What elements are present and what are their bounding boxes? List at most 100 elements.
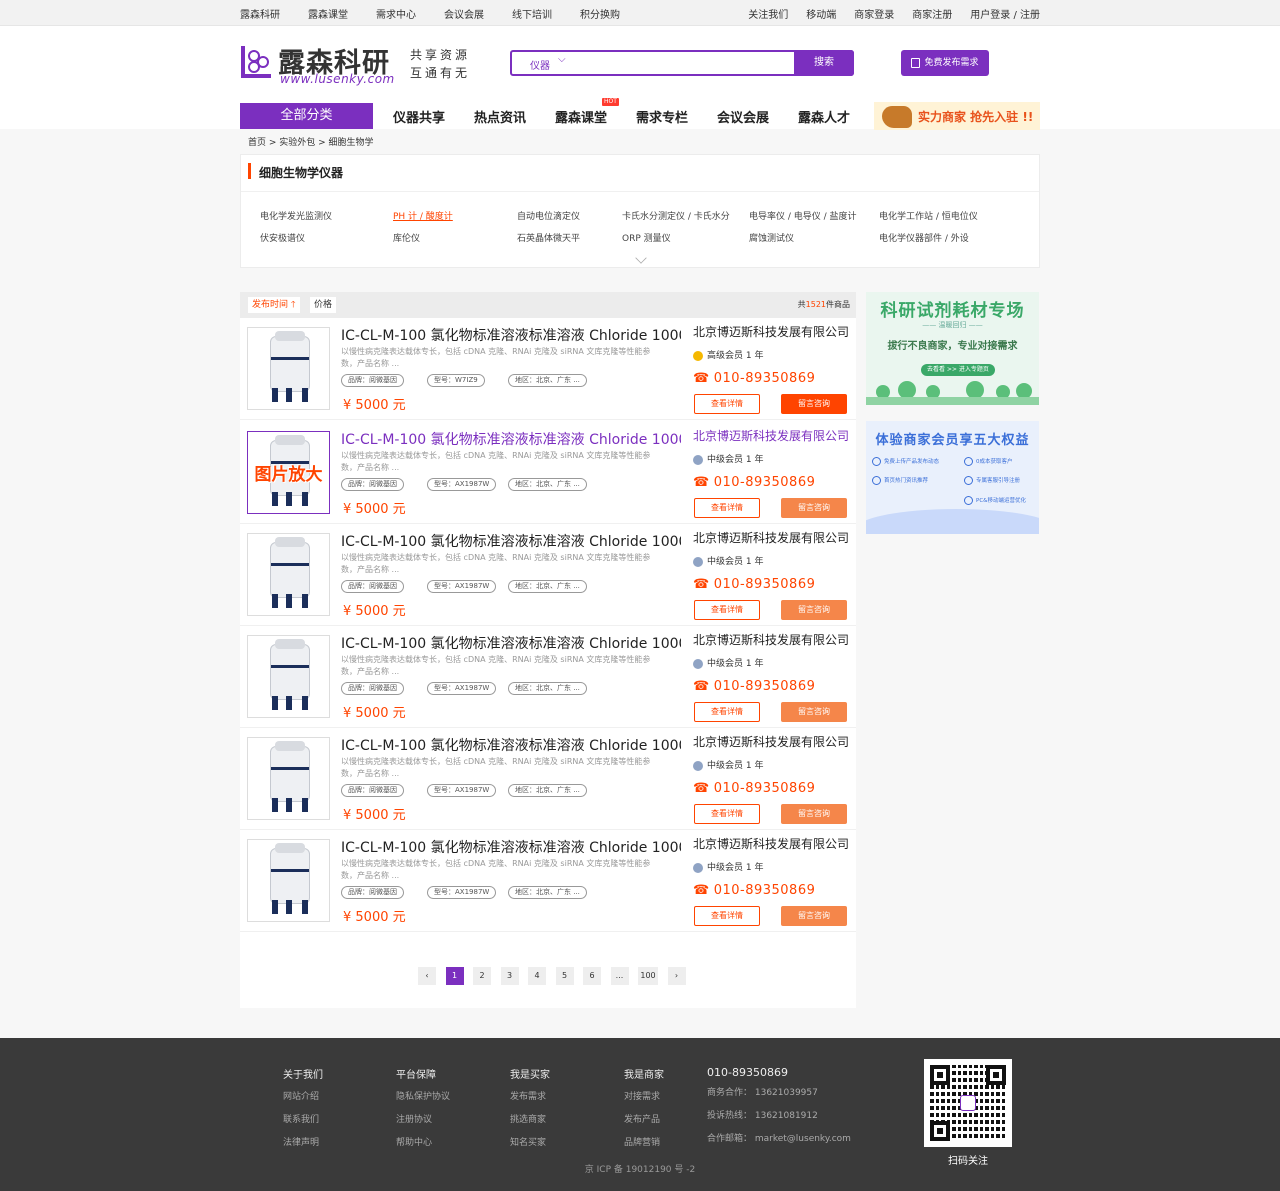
category-link[interactable]: 自动电位滴定仪 — [517, 209, 580, 222]
company-name[interactable]: 北京博迈斯科技发展有限公司 — [693, 427, 849, 444]
zoom-overlay[interactable]: 图片放大 — [248, 460, 329, 485]
product-title[interactable]: IC-CL-M-100 氯化物标准溶液标准溶液 Chloride 1000... — [341, 429, 681, 449]
search-button[interactable]: 搜索 — [794, 50, 854, 76]
view-detail-button[interactable]: 查看详情 — [694, 906, 760, 926]
product-image[interactable] — [247, 635, 330, 718]
nav-all-categories[interactable]: 全部分类 — [240, 103, 373, 129]
nav-item-talent[interactable]: 露森人才 — [798, 107, 850, 126]
top-link-points[interactable]: 积分换购 — [580, 6, 620, 21]
footer-link[interactable]: 挑选商家 — [510, 1114, 550, 1126]
product-title[interactable]: IC-CL-M-100 氯化物标准溶液标准溶液 Chloride 1000... — [341, 633, 681, 653]
page-4[interactable]: 4 — [528, 967, 546, 985]
merchant-promo-banner[interactable]: 实力商家 抢先入驻 !! — [874, 102, 1040, 130]
product-image[interactable] — [247, 327, 330, 410]
category-link[interactable]: 库伦仪 — [393, 231, 420, 244]
category-link[interactable]: 腐蚀测试仪 — [749, 231, 794, 244]
view-detail-button[interactable]: 查看详情 — [694, 600, 760, 620]
footer-link[interactable]: 法律声明 — [283, 1137, 323, 1149]
expand-chevron-icon[interactable] — [635, 252, 647, 264]
reagent-banner[interactable]: 科研试剂耗材专场 —— 温暖回归 —— 拔行不良商家，专业对接需求 去看看 >>… — [866, 292, 1039, 405]
footer-link[interactable]: 发布需求 — [510, 1091, 550, 1103]
company-name[interactable]: 北京博迈斯科技发展有限公司 — [693, 631, 849, 648]
page-100[interactable]: 100 — [638, 967, 658, 985]
prev-page-button[interactable]: ‹ — [418, 967, 436, 985]
nav-item-hot-news[interactable]: 热点资讯 — [474, 107, 526, 126]
category-link[interactable]: 电导率仪 / 电导仪 / 盐度计 — [749, 209, 857, 222]
nav-item-classroom[interactable]: 露森课堂 — [555, 107, 607, 126]
product-title[interactable]: IC-CL-M-100 氯化物标准溶液标准溶液 Chloride 1000... — [341, 531, 681, 551]
category-link[interactable]: 卡氏水分测定仪 / 卡氏水分 — [622, 209, 730, 222]
view-detail-button[interactable]: 查看详情 — [694, 394, 760, 414]
sort-by-price[interactable]: 价格 — [310, 297, 337, 313]
company-name[interactable]: 北京博迈斯科技发展有限公司 — [693, 323, 849, 340]
page-1[interactable]: 1 — [445, 967, 464, 985]
view-detail-button[interactable]: 查看详情 — [694, 498, 760, 518]
view-detail-button[interactable]: 查看详情 — [694, 702, 760, 722]
product-title[interactable]: IC-CL-M-100 氯化物标准溶液标准溶液 Chloride 1000... — [341, 325, 681, 345]
product-image[interactable]: 图片放大 — [247, 431, 330, 514]
banner1-button[interactable]: 去看看 >> 进入专题页 — [921, 364, 995, 376]
consult-button[interactable]: 留言咨询 — [781, 600, 847, 620]
footer-contact-email[interactable]: 合作邮箱： market@lusenky.com — [707, 1133, 851, 1145]
page-6[interactable]: 6 — [583, 967, 601, 985]
page-2[interactable]: 2 — [473, 967, 491, 985]
footer-link[interactable]: 发布产品 — [624, 1114, 664, 1126]
footer-link[interactable]: 注册协议 — [396, 1114, 450, 1126]
top-link-merchant-login[interactable]: 商家登录 — [854, 6, 894, 21]
consult-button[interactable]: 留言咨询 — [781, 498, 847, 518]
product-image[interactable] — [247, 737, 330, 820]
footer-col-merchant: 我是商家 对接需求 发布产品 品牌营销 — [624, 1066, 664, 1160]
product-title[interactable]: IC-CL-M-100 氯化物标准溶液标准溶液 Chloride 1000... — [341, 735, 681, 755]
nav-item-conference[interactable]: 会议会展 — [717, 107, 769, 126]
page-5[interactable]: 5 — [555, 967, 574, 985]
top-link-mobile[interactable]: 移动端 — [806, 6, 836, 21]
category-link[interactable]: 石英晶体微天平 — [517, 231, 580, 244]
product-image[interactable] — [247, 533, 330, 616]
consult-button[interactable]: 留言咨询 — [781, 702, 847, 722]
footer-link[interactable]: 隐私保护协议 — [396, 1091, 450, 1103]
footer-link[interactable]: 品牌营销 — [624, 1137, 664, 1149]
logo[interactable]: 露森科研 www.lusenky.com 共享资源 互通有无 — [240, 42, 480, 90]
top-link-conference[interactable]: 会议会展 — [444, 6, 484, 21]
page-3[interactable]: 3 — [500, 967, 519, 985]
consult-button[interactable]: 留言咨询 — [781, 804, 847, 824]
search-input[interactable] — [582, 54, 782, 72]
category-link[interactable]: 伏安极谱仪 — [260, 231, 305, 244]
company-name[interactable]: 北京博迈斯科技发展有限公司 — [693, 529, 849, 546]
product-title[interactable]: IC-CL-M-100 氯化物标准溶液标准溶液 Chloride 1000... — [341, 837, 681, 857]
product-image[interactable] — [247, 839, 330, 922]
top-link-merchant-register[interactable]: 商家注册 — [912, 6, 952, 21]
company-name[interactable]: 北京博迈斯科技发展有限公司 — [693, 835, 849, 852]
footer-link[interactable]: 联系我们 — [283, 1114, 323, 1126]
breadcrumb[interactable]: 首页 > 实验外包 > 细胞生物学 — [248, 135, 374, 148]
publish-demand-button[interactable]: 免费发布需求 — [901, 50, 989, 76]
company-name[interactable]: 北京博迈斯科技发展有限公司 — [693, 733, 849, 750]
consult-button[interactable]: 留言咨询 — [781, 906, 847, 926]
category-link-active[interactable]: PH 计 / 酸度计 — [393, 209, 453, 222]
top-link-training[interactable]: 线下培训 — [512, 6, 552, 21]
footer-link[interactable]: 网站介绍 — [283, 1091, 323, 1103]
top-link-user-login[interactable]: 用户登录 / 注册 — [970, 6, 1040, 21]
pagination: ‹ 1 2 3 4 5 6 ... 100 › — [418, 967, 695, 985]
footer-link[interactable]: 对接需求 — [624, 1091, 664, 1103]
nav-item-demand[interactable]: 需求专栏 — [636, 107, 688, 126]
top-link-classroom[interactable]: 露森课堂 — [308, 6, 348, 21]
view-detail-button[interactable]: 查看详情 — [694, 804, 760, 824]
top-link-demand[interactable]: 需求中心 — [376, 6, 416, 21]
chevron-down-icon[interactable]: ⌵ — [558, 54, 566, 65]
category-link[interactable]: 电化学工作站 / 恒电位仪 — [879, 209, 978, 222]
sort-by-time[interactable]: 发布时间 🡑 — [248, 297, 300, 313]
member-level: 高级会员 1 年 — [693, 348, 763, 361]
consult-button[interactable]: 留言咨询 — [781, 394, 847, 414]
nav-item-instrument-share[interactable]: 仪器共享 — [393, 107, 445, 126]
footer-link[interactable]: 帮助中心 — [396, 1137, 450, 1149]
category-link[interactable]: 电化学发光监测仪 — [260, 209, 332, 222]
top-link-lusen[interactable]: 露森科研 — [240, 6, 280, 21]
search-category-select[interactable]: 仪器 — [530, 57, 550, 72]
next-page-button[interactable]: › — [667, 967, 686, 985]
top-link-follow[interactable]: 关注我们 — [748, 6, 788, 21]
footer-link[interactable]: 知名买家 — [510, 1137, 550, 1149]
category-link[interactable]: 电化学仪器部件 / 外设 — [879, 231, 969, 244]
membership-banner[interactable]: 体验商家会员享五大权益 免费上传产品发布动态 0成本获取客户 首页热门资讯推荐 … — [866, 421, 1039, 534]
category-link[interactable]: ORP 测量仪 — [622, 231, 671, 244]
